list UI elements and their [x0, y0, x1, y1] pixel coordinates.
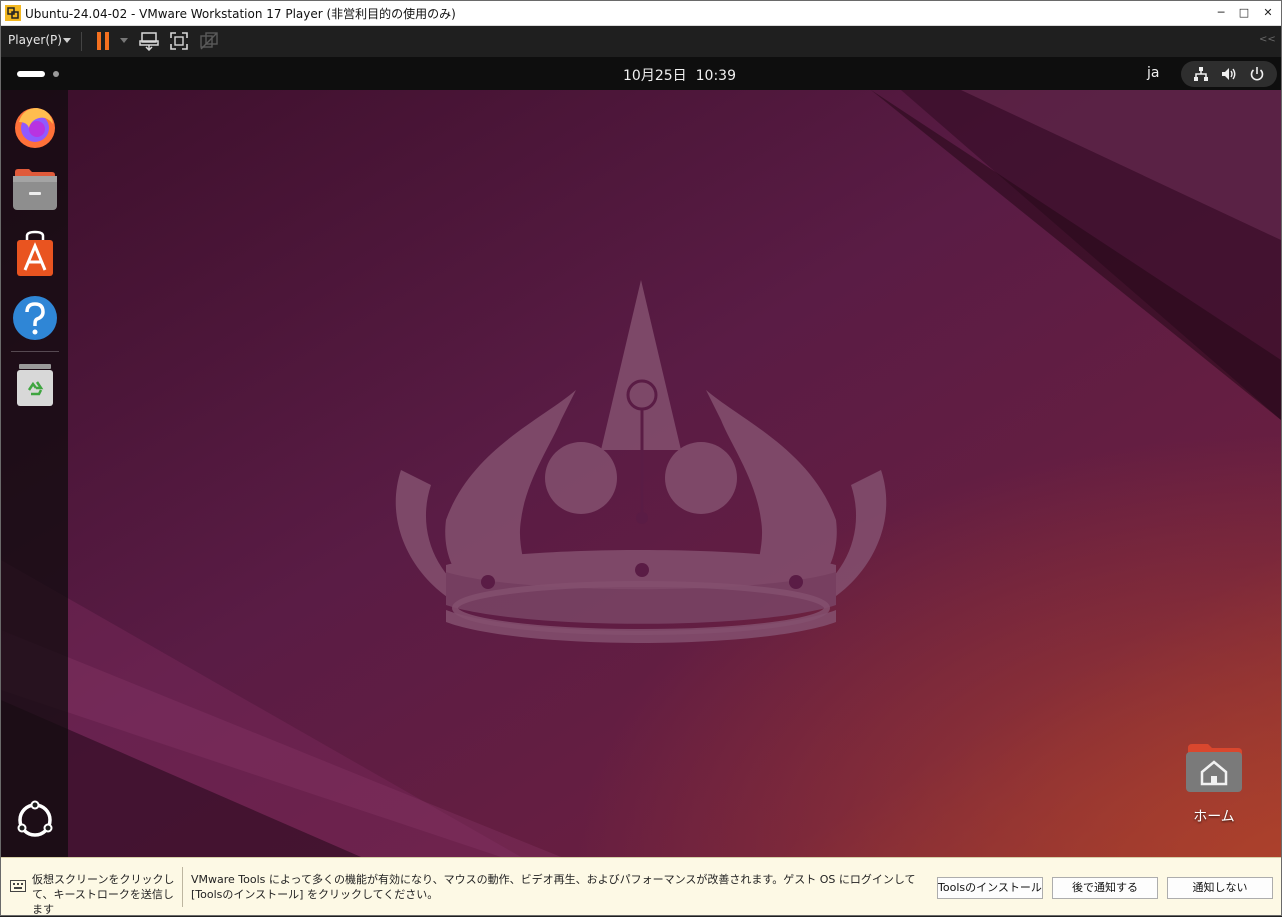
title-bar[interactable]: Ubuntu-24.04-02 - VMware Workstation 17 … [1, 1, 1281, 26]
pause-icon[interactable] [96, 32, 110, 50]
guest-screen[interactable]: ホーム 10月25日 10:39 ja [1, 57, 1281, 857]
send-ctrl-alt-del-icon[interactable] [139, 31, 159, 51]
input-method-indicator[interactable]: ja [1147, 65, 1159, 81]
workspace-dot[interactable] [53, 71, 59, 77]
power-icon [1250, 67, 1264, 81]
dock-separator [11, 351, 59, 352]
date-time-clock[interactable]: 10月25日 10:39 [623, 65, 736, 85]
ubuntu-dock [1, 90, 68, 857]
ubuntu-wallpaper [1, 90, 1281, 857]
unity-mode-icon [200, 32, 218, 50]
gnome-top-bar: 10月25日 10:39 ja [1, 57, 1281, 90]
app-center-icon[interactable] [11, 230, 59, 278]
trash-icon[interactable] [11, 360, 59, 408]
vmware-app-icon [5, 5, 21, 21]
clock-date: 10月25日 [623, 68, 687, 84]
collapse-toolbar-icon[interactable]: << [1259, 34, 1276, 45]
notification-separator [182, 867, 183, 907]
maximize-button[interactable]: □ [1232, 1, 1256, 25]
player-menu-button[interactable]: Player(P) [8, 33, 62, 47]
player-toolbar: Player(P) << [1, 26, 1281, 57]
keyboard-icon [10, 880, 26, 892]
window-title: Ubuntu-24.04-02 - VMware Workstation 17 … [25, 7, 456, 21]
files-icon[interactable] [11, 166, 59, 214]
activities-indicator[interactable] [17, 71, 45, 77]
close-button[interactable]: ✕ [1256, 1, 1280, 25]
fullscreen-icon[interactable] [169, 31, 189, 51]
minimize-button[interactable]: ─ [1209, 1, 1233, 25]
player-menu-dropdown-icon[interactable] [63, 38, 71, 43]
show-apps-icon[interactable] [11, 796, 59, 844]
vmware-tools-notification: 仮想スクリーンをクリックして、キーストロークを送信します VMware Tool… [1, 857, 1281, 916]
clock-time: 10:39 [695, 68, 736, 84]
vmware-tools-message: VMware Tools によって多くの機能が有効になり、マウスの動作、ビデオ再… [191, 873, 916, 901]
system-menu[interactable] [1181, 61, 1277, 87]
click-to-send-keys-hint: 仮想スクリーンをクリックして、キーストロークを送信します [32, 873, 175, 916]
home-folder-label: ホーム [1193, 809, 1235, 825]
volume-icon [1222, 68, 1236, 80]
toolbar-separator [81, 32, 82, 51]
install-tools-button[interactable]: Toolsのインストール [937, 877, 1043, 899]
network-wired-icon [1194, 67, 1208, 81]
home-folder-icon[interactable] [1184, 740, 1244, 794]
firefox-icon[interactable] [11, 102, 59, 150]
never-notify-button[interactable]: 通知しない [1167, 877, 1273, 899]
vmware-player-window: Ubuntu-24.04-02 - VMware Workstation 17 … [0, 0, 1282, 916]
help-icon[interactable] [11, 294, 59, 342]
power-options-dropdown-icon[interactable] [120, 38, 128, 43]
desktop[interactable]: ホーム [1, 90, 1281, 857]
remind-later-button[interactable]: 後で通知する [1052, 877, 1158, 899]
